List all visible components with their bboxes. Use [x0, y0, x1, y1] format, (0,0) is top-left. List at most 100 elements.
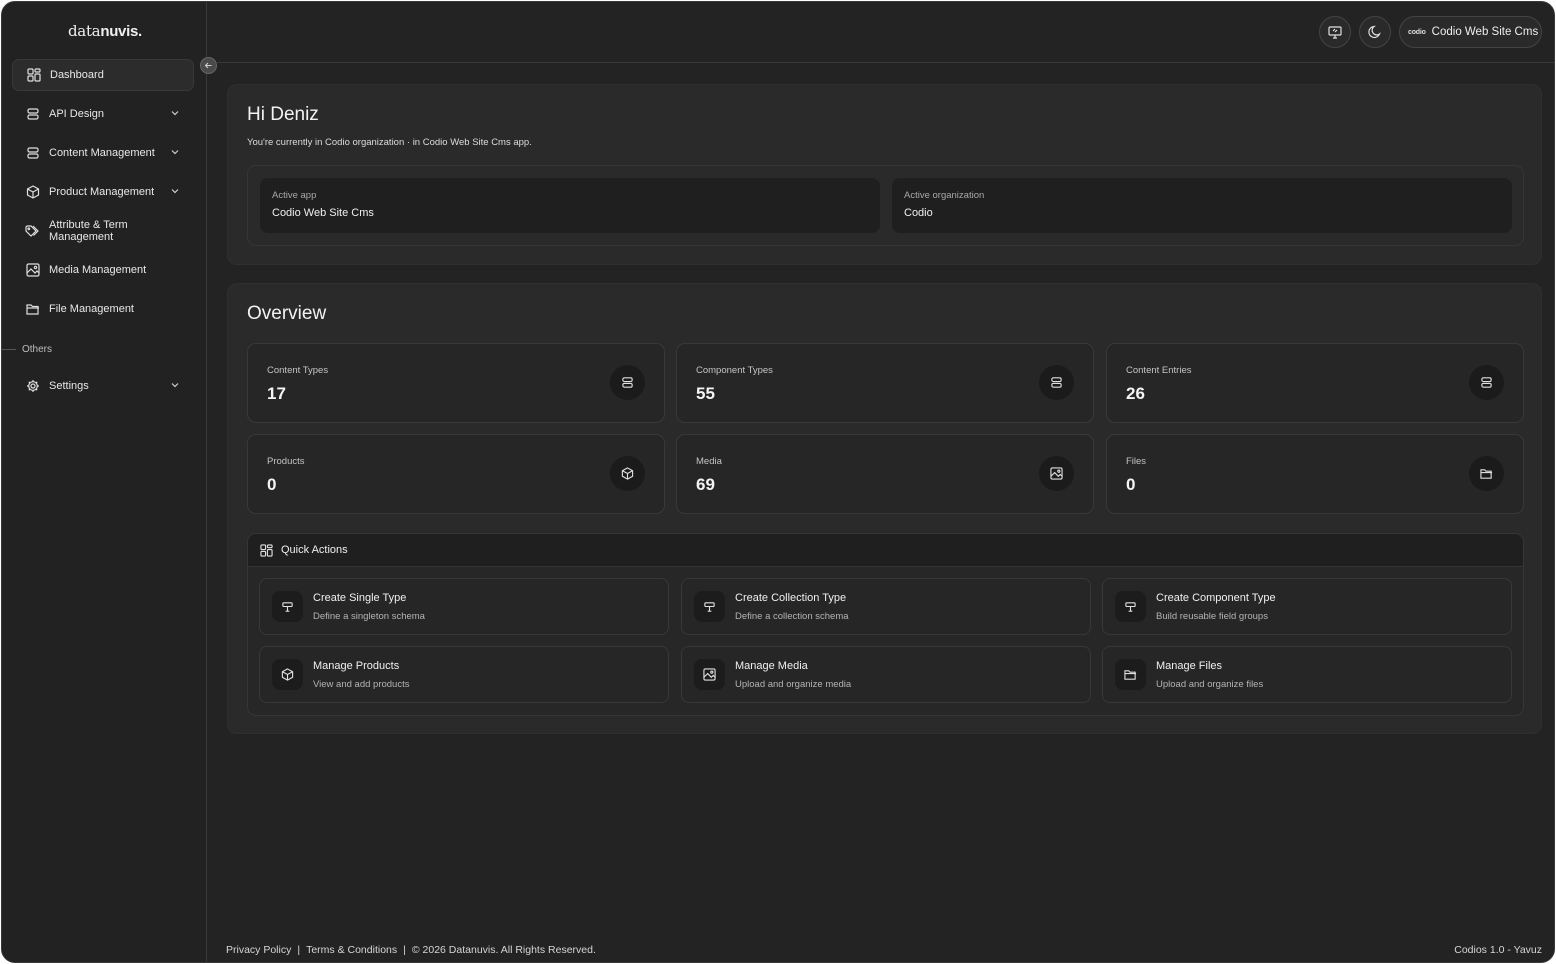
stat-card-files[interactable]: Files 0: [1106, 434, 1524, 514]
gear-icon: [25, 379, 40, 394]
welcome-panel: Hi Deniz You're currently in Codio organ…: [227, 84, 1542, 265]
quick-action-manage-files[interactable]: Manage Files Upload and organize files: [1102, 646, 1512, 703]
quick-action-create-component-type[interactable]: Create Component Type Build reusable fie…: [1102, 578, 1512, 635]
sidebar-item-label: Dashboard: [50, 69, 104, 81]
sidebar-collapse-button[interactable]: [200, 57, 217, 74]
moon-icon: [1368, 25, 1382, 39]
box-icon: [25, 185, 40, 200]
sidebar-section-others: Others: [2, 342, 102, 356]
arrow-left-icon: [204, 61, 213, 70]
copyright-text: © 2026 Datanuvis. All Rights Reserved.: [411, 944, 596, 956]
active-app-value: Codio Web Site Cms: [272, 207, 374, 219]
stat-value: 0: [1126, 475, 1136, 494]
logo-bold-text: nuvis.: [100, 23, 142, 40]
footer-separator: |: [297, 944, 301, 956]
sidebar-item-attribute-term-management[interactable]: Attribute & Term Management: [12, 215, 194, 247]
sidebar-item-media-management[interactable]: Media Management: [12, 254, 194, 286]
stat-value: 55: [696, 384, 715, 403]
schema-icon: [694, 591, 725, 622]
stat-label: Media: [696, 456, 722, 467]
sidebar-item-dashboard[interactable]: Dashboard: [12, 59, 194, 91]
folder-icon: [1469, 456, 1504, 491]
quick-action-desc: Define a singleton schema: [313, 611, 425, 622]
sidebar-item-label: Attribute & Term Management: [49, 219, 128, 243]
active-org-label: Active organization: [904, 190, 985, 201]
stat-label: Files: [1126, 456, 1147, 467]
stat-label: Content Types: [267, 365, 329, 376]
quick-action-create-collection-type[interactable]: Create Collection Type Define a collecti…: [681, 578, 1091, 635]
image-icon: [694, 659, 725, 690]
sidebar: datanuvis. Dashboard API Design Content …: [2, 2, 207, 962]
footer-links: Privacy Policy | Terms & Conditions | © 2026…: [226, 944, 596, 956]
theme-toggle-button[interactable]: [1359, 16, 1391, 48]
quick-action-manage-media[interactable]: Manage Media Upload and organize media: [681, 646, 1091, 703]
stack-icon: [1469, 365, 1504, 400]
topbar-divider: [217, 62, 1554, 63]
sidebar-item-content-management[interactable]: Content Management: [12, 137, 194, 169]
sidebar-item-label: Product Management: [49, 186, 155, 198]
stat-card-content-types[interactable]: Content Types 17: [247, 343, 665, 423]
version-text: Codios 1.0 - Yavuz: [1454, 944, 1542, 956]
footer: Privacy Policy | Terms & Conditions | © 2026…: [226, 944, 1542, 956]
grid-icon: [26, 68, 41, 83]
stat-value: 0: [267, 475, 277, 494]
stat-value: 17: [267, 384, 286, 403]
chevron-down-icon[interactable]: [170, 108, 180, 118]
display-settings-button[interactable]: [1319, 16, 1351, 48]
logo[interactable]: datanuvis.: [68, 22, 142, 40]
quick-actions-title: Quick Actions: [281, 544, 348, 556]
greeting-title: Hi Deniz: [247, 104, 319, 125]
quick-action-desc: View and add products: [313, 679, 410, 690]
context-info: Active app Codio Web Site Cms Active org…: [247, 165, 1524, 246]
overview-panel: Overview Content Types 17 Component Type…: [227, 283, 1542, 734]
app-brand-logo: codio: [1408, 28, 1426, 36]
footer-separator: |: [403, 944, 406, 956]
stack-icon: [610, 365, 645, 400]
quick-action-title: Create Single Type: [313, 592, 407, 604]
schema-icon: [272, 591, 303, 622]
folder-icon: [1115, 659, 1146, 690]
grid-icon: [260, 543, 273, 557]
stat-card-media[interactable]: Media 69: [676, 434, 1094, 514]
chevron-down-icon[interactable]: [170, 186, 180, 196]
stat-label: Content Entries: [1126, 365, 1192, 376]
quick-actions: Quick Actions Create Single Type Define …: [247, 533, 1524, 716]
sidebar-item-label: Content Management: [49, 147, 155, 159]
sidebar-item-settings[interactable]: Settings: [12, 370, 194, 402]
quick-action-manage-products[interactable]: Manage Products View and add products: [259, 646, 669, 703]
quick-action-title: Manage Media: [735, 660, 808, 672]
quick-action-title: Manage Products: [313, 660, 400, 672]
sidebar-item-file-management[interactable]: File Management: [12, 293, 194, 325]
stack-icon: [1039, 365, 1074, 400]
stat-card-products[interactable]: Products 0: [247, 434, 665, 514]
logo-light-text: data: [68, 22, 101, 40]
active-app-card: Active app Codio Web Site Cms: [260, 178, 880, 233]
chevron-down-icon[interactable]: [170, 147, 180, 157]
stat-card-component-types[interactable]: Component Types 55: [676, 343, 1094, 423]
stack-icon: [25, 107, 40, 122]
quick-action-desc: Upload and organize media: [735, 679, 852, 690]
sidebar-item-label: Settings: [49, 380, 89, 392]
sidebar-item-api-design[interactable]: API Design: [12, 98, 194, 130]
stat-value: 69: [696, 475, 715, 494]
schema-icon: [1115, 591, 1146, 622]
quick-action-desc: Build reusable field groups: [1156, 611, 1268, 622]
app-window: datanuvis. Dashboard API Design Content …: [1, 1, 1555, 963]
quick-action-create-single-type[interactable]: Create Single Type Define a singleton sc…: [259, 578, 669, 635]
active-app-label: Active app: [272, 190, 317, 201]
sidebar-item-product-management[interactable]: Product Management: [12, 176, 194, 208]
box-icon: [272, 659, 303, 690]
divider: [2, 348, 16, 350]
app-switcher-button[interactable]: codio Codio Web Site Cms: [1399, 16, 1542, 48]
stat-value: 26: [1126, 384, 1145, 403]
chevron-down-icon[interactable]: [170, 380, 180, 390]
image-icon: [25, 263, 40, 278]
active-org-value: Codio: [904, 207, 933, 219]
quick-action-title: Manage Files: [1156, 660, 1223, 672]
quick-action-desc: Upload and organize files: [1156, 679, 1264, 690]
stack-icon: [25, 146, 40, 161]
terms-link[interactable]: Terms & Conditions: [306, 944, 397, 956]
privacy-policy-link[interactable]: Privacy Policy: [226, 944, 291, 956]
folder-icon: [25, 302, 40, 317]
stat-card-content-entries[interactable]: Content Entries 26: [1106, 343, 1524, 423]
